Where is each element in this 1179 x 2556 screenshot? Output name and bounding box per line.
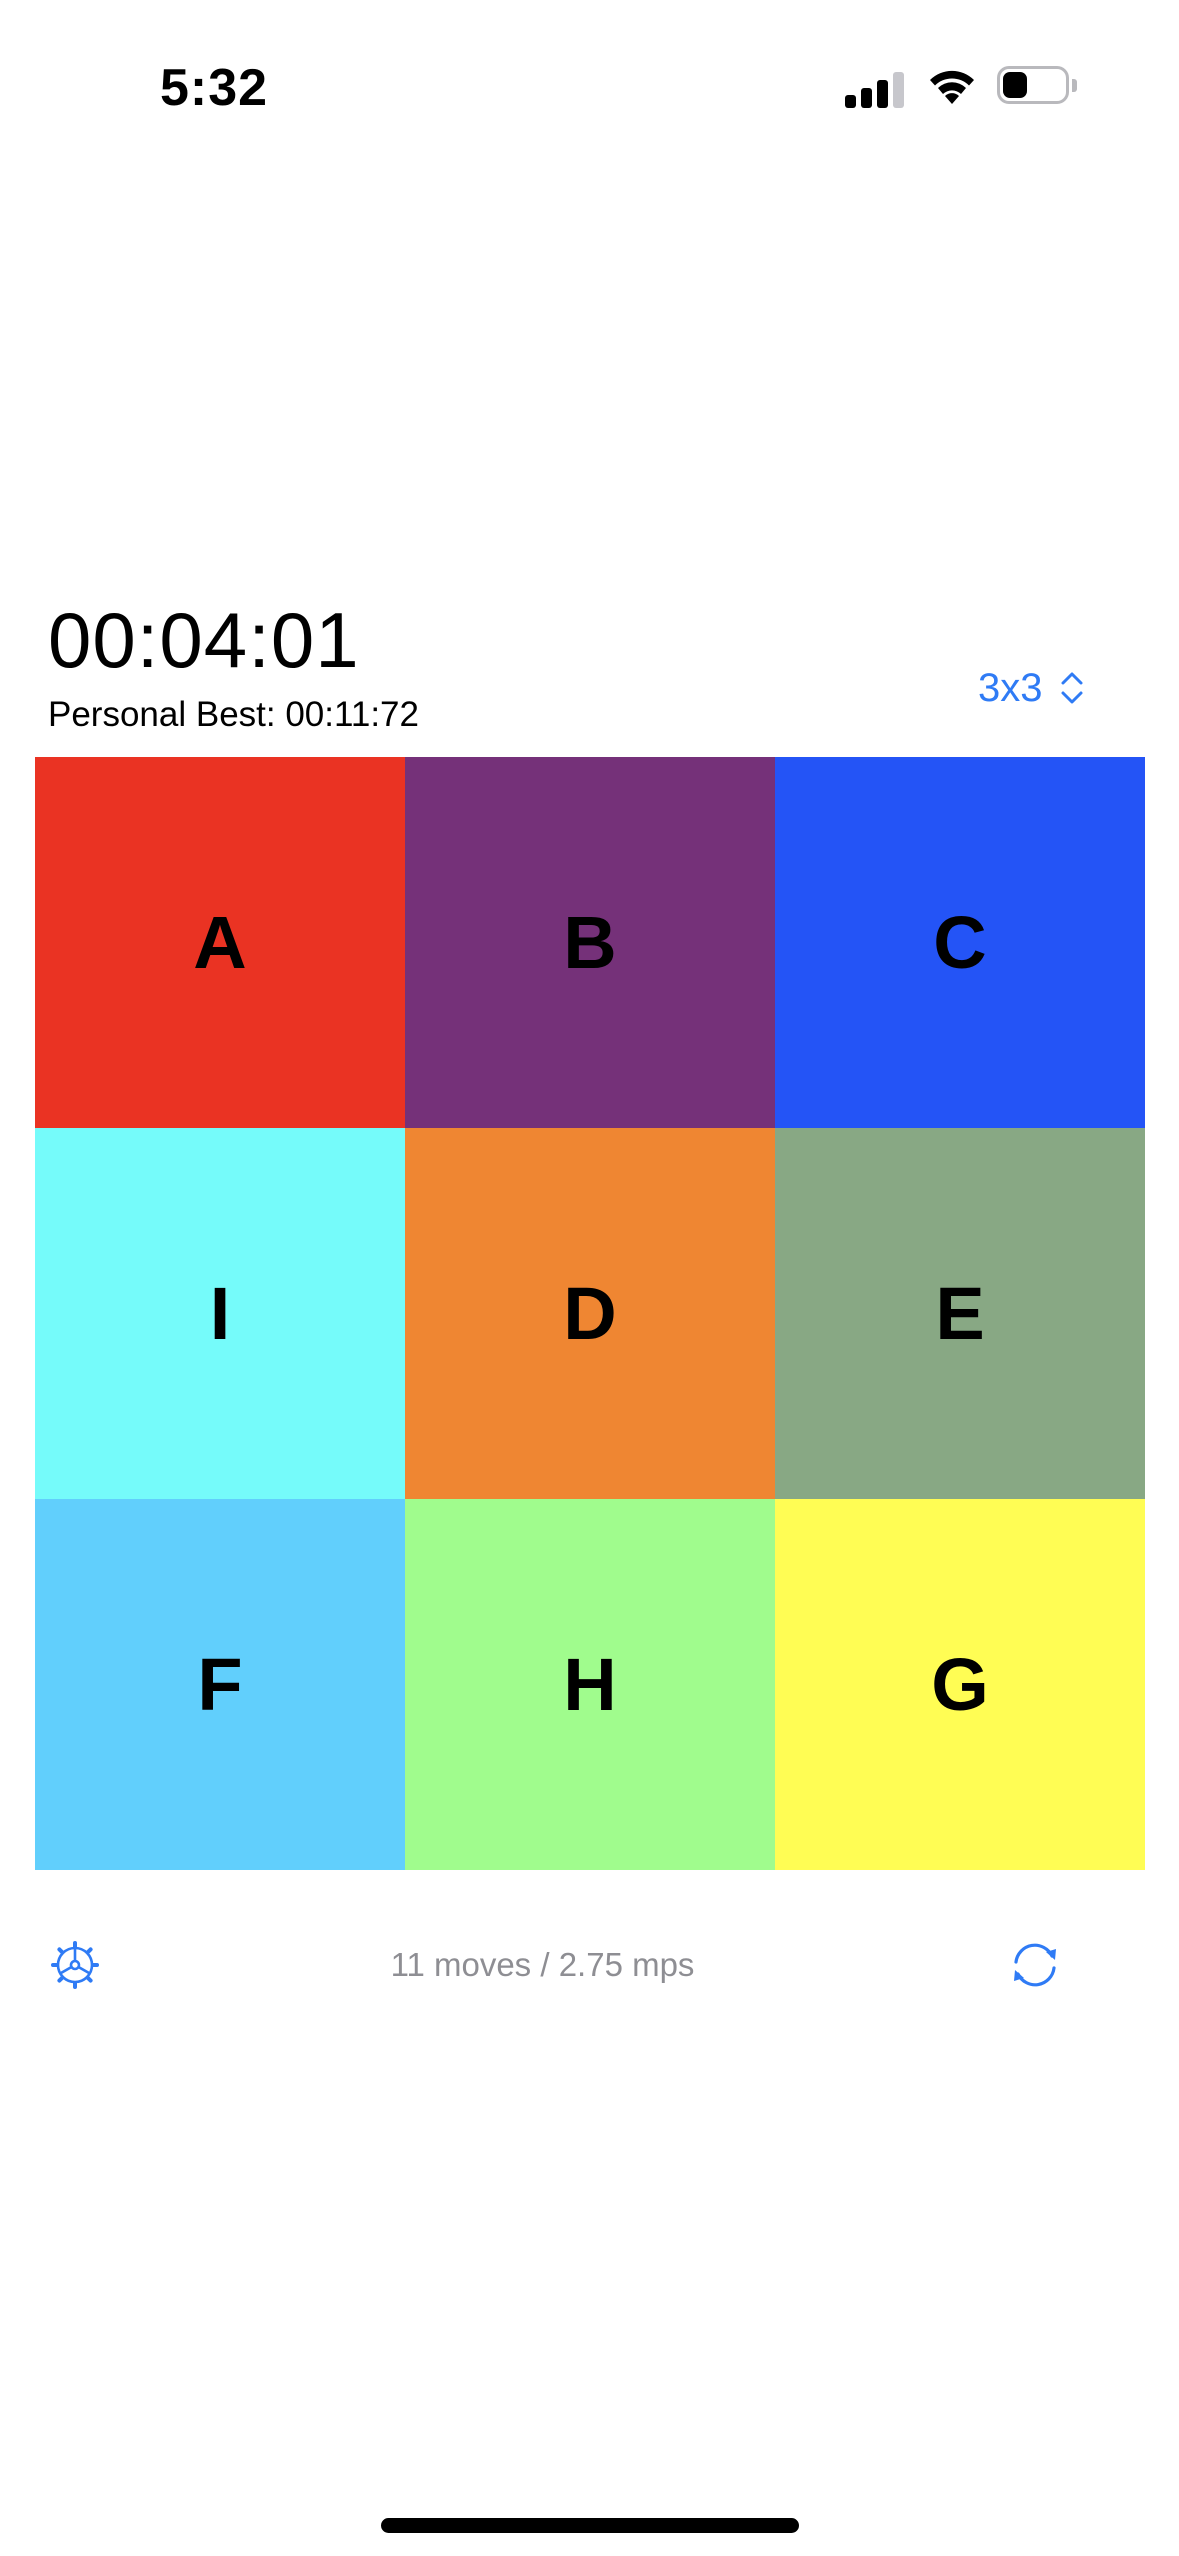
battery-icon bbox=[997, 66, 1079, 106]
tile-b[interactable]: B bbox=[405, 757, 775, 1128]
size-picker-label: 3x3 bbox=[978, 665, 1043, 710]
home-indicator bbox=[381, 2518, 799, 2533]
tile-f[interactable]: F bbox=[35, 1499, 405, 1870]
tile-g[interactable]: G bbox=[775, 1499, 1145, 1870]
wifi-icon bbox=[930, 70, 974, 104]
tile-i[interactable]: I bbox=[35, 1128, 405, 1499]
size-picker[interactable]: 3x3 bbox=[978, 663, 1085, 713]
move-stats: 11 moves / 2.75 mps bbox=[390, 1946, 695, 1983]
status-bar: 5:32 bbox=[0, 0, 1179, 150]
puzzle-grid: ABCIDEFHG bbox=[35, 757, 1145, 1870]
chevron-up-down-icon bbox=[1061, 672, 1082, 704]
tile-e[interactable]: E bbox=[775, 1128, 1145, 1499]
tile-c[interactable]: C bbox=[775, 757, 1145, 1128]
tile-h[interactable]: H bbox=[405, 1499, 775, 1870]
tile-d[interactable]: D bbox=[405, 1128, 775, 1499]
personal-best: Personal Best: 00:11:72 bbox=[48, 695, 419, 734]
battery-level bbox=[1003, 72, 1027, 98]
battery-cap bbox=[1072, 79, 1077, 92]
cellular-signal-icon bbox=[845, 68, 905, 108]
status-time: 5:32 bbox=[160, 59, 269, 117]
refresh-icon[interactable] bbox=[1008, 1938, 1062, 1992]
timer: 00:04:01 bbox=[48, 596, 360, 684]
tile-a[interactable]: A bbox=[35, 757, 405, 1128]
